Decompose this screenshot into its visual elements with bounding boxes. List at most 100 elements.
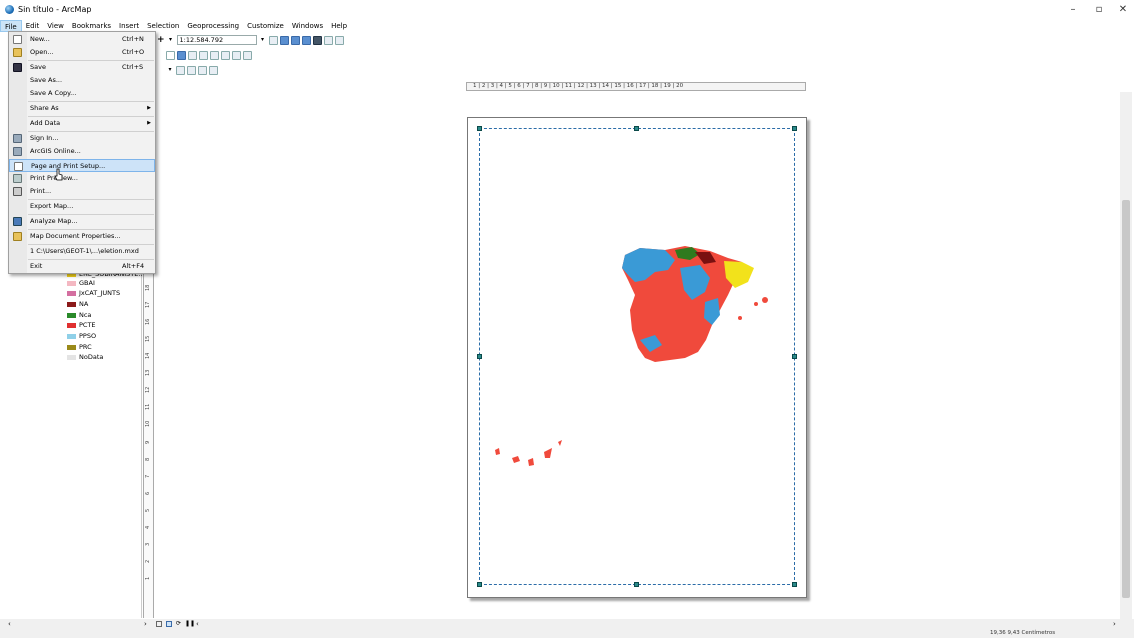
vertical-ruler-tick: 5 [145,508,151,512]
scroll-right-layout-icon[interactable]: › [1113,620,1116,628]
menu-item-add-data[interactable]: Add Data ▶ [9,117,155,130]
add-data-plus-icon[interactable]: + [157,35,165,45]
title-bar: Sin título - ArcMap – ▫ ✕ [0,0,1134,20]
print-preview-icon [13,174,22,183]
resize-handle[interactable] [634,582,639,587]
scroll-left-layout-icon[interactable]: ‹ [196,620,199,628]
vertical-ruler-tick: 9 [145,440,151,444]
status-bar: 19,36 9,43 Centímetros [0,630,1134,638]
menu-item-exit[interactable]: Exit Alt+F4 [9,260,155,273]
legend-swatch [67,301,76,307]
legend-item: Nca [67,311,91,319]
vertical-ruler-tick: 8 [145,457,151,461]
maximize-button[interactable]: ▫ [1092,4,1106,15]
find-icon[interactable] [210,50,219,60]
model-builder-icon[interactable] [334,35,344,45]
vertical-ruler-tick: 17 [145,301,151,308]
horizontal-scrollbar[interactable]: ‹ › ⟳ ❚❚ ‹ › [0,619,1134,630]
minimize-button[interactable]: – [1066,4,1080,15]
resize-handle[interactable] [477,126,482,131]
layout-zoom-dropdown-icon[interactable]: ▾ [166,65,174,75]
scale-dropdown-icon[interactable]: ▾ [259,35,267,45]
search-window-icon[interactable] [301,35,311,45]
menu-windows[interactable]: Windows [288,20,327,32]
change-layout-icon[interactable] [209,65,218,75]
vertical-ruler-tick: 6 [145,491,151,495]
legend-swatch [67,344,76,350]
printer-icon [13,187,22,196]
catalog-window-icon[interactable] [290,35,300,45]
legend-swatch [67,280,76,286]
vertical-ruler-tick: 14 [145,352,151,359]
menu-item-recent-file[interactable]: 1 C:\Users\GEOT-1\...\eletion.mxd [9,245,155,258]
page-setup-icon [14,162,23,171]
submenu-arrow-icon: ▶ [147,105,151,111]
cursor-coordinates: 19,36 9,43 Centímetros [990,630,1056,636]
menu-item-new[interactable]: New... Ctrl+N [9,33,155,46]
menu-item-save-a-copy[interactable]: Save A Copy... [9,87,155,100]
zoom-100-icon[interactable] [187,65,196,75]
resize-handle[interactable] [477,582,482,587]
go-to-xy-icon[interactable] [221,50,230,60]
arcmap-globe-icon [5,5,14,14]
data-frame-selection[interactable] [479,128,795,585]
menu-item-save[interactable]: Save Ctrl+S [9,61,155,74]
menu-item-map-document-properties[interactable]: Map Document Properties... [9,230,155,243]
map-scale-input[interactable]: 1:12.584.792 [176,35,257,45]
vertical-ruler-tick: 11 [145,403,151,410]
menu-help[interactable]: Help [327,20,351,32]
vertical-scroll-thumb[interactable] [1122,200,1130,598]
resize-handle[interactable] [634,126,639,131]
select-elements-icon[interactable] [166,50,175,60]
legend-item: PCTE [67,321,96,329]
close-button[interactable]: ✕ [1116,4,1130,15]
add-data-dropdown-icon[interactable]: ▾ [167,35,175,45]
identify-icon[interactable] [177,50,186,60]
menu-item-analyze-map[interactable]: Analyze Map... [9,215,155,228]
pause-drawing-icon[interactable]: ❚❚ [185,620,195,627]
scroll-left-icon[interactable]: ‹ [8,620,11,628]
menu-item-print-preview[interactable]: Print Preview... [9,172,155,185]
menu-geoprocessing[interactable]: Geoprocessing [183,20,243,32]
menu-item-page-and-print-setup[interactable]: Page and Print Setup... [9,159,155,172]
arctoolbox-icon[interactable] [312,35,322,45]
refresh-icon[interactable]: ⟳ [176,620,181,627]
menu-item-open[interactable]: Open... Ctrl+O [9,46,155,59]
legend-item: NoData [67,353,103,361]
scroll-right-icon[interactable]: › [144,620,147,628]
viewer-window-icon[interactable] [243,50,252,60]
menu-item-share-as[interactable]: Share As ▶ [9,102,155,115]
horizontal-ruler: 1 | 2 | 3 | 4 | 5 | 6 | 7 | 8 | 9 | 10 |… [466,82,806,91]
legend-swatch [67,312,76,318]
menu-customize[interactable]: Customize [243,20,288,32]
time-slider-icon[interactable] [232,50,241,60]
measure-icon[interactable] [199,50,208,60]
zoom-whole-page-icon[interactable] [176,65,185,75]
menu-item-print[interactable]: Print... [9,185,155,198]
sign-in-icon [13,134,22,143]
resize-handle[interactable] [792,126,797,131]
python-window-icon[interactable] [323,35,333,45]
menu-item-save-as[interactable]: Save As... [9,74,155,87]
resize-handle[interactable] [792,354,797,359]
data-view-icon[interactable] [156,621,162,627]
resize-handle[interactable] [792,582,797,587]
layout-toolbar: ▾ [166,63,218,77]
legend-item: PRC [67,343,92,351]
vertical-ruler-tick: 16 [145,318,151,325]
menu-item-export-map[interactable]: Export Map... [9,200,155,213]
editor-toolbar-icon[interactable] [268,35,278,45]
menu-item-sign-in[interactable]: Sign In... [9,132,155,145]
vertical-ruler-tick: 10 [145,420,151,427]
vertical-ruler-tick: 15 [145,335,151,342]
menu-item-arcgis-online[interactable]: ArcGIS Online... [9,145,155,158]
toggle-draft-mode-icon[interactable] [198,65,207,75]
table-of-contents-icon[interactable] [279,35,289,45]
legend-item: NA [67,300,88,308]
vertical-scrollbar[interactable] [1120,92,1132,619]
html-popup-icon[interactable] [188,50,197,60]
menu-bar: File Edit View Bookmarks Insert Selectio… [0,20,1134,32]
hand-cursor-icon [54,168,63,181]
layout-view-icon[interactable] [166,621,172,627]
resize-handle[interactable] [477,354,482,359]
